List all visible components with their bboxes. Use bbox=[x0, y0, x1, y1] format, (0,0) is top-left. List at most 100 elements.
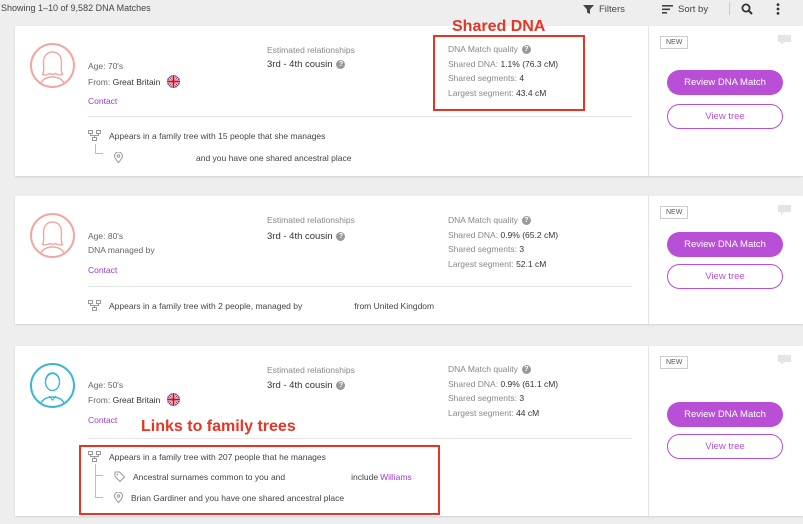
view-tree-button[interactable]: View tree bbox=[667, 264, 783, 289]
help-icon[interactable]: ? bbox=[336, 60, 346, 69]
dna-match-quality: DNA Match quality? Shared DNA: 1.1% (76.… bbox=[448, 42, 558, 100]
relationship-text: 3rd - 4th cousin bbox=[267, 380, 333, 391]
search-button[interactable] bbox=[741, 2, 753, 16]
annotation-shared-dna: Shared DNA bbox=[452, 18, 546, 35]
shared-place-text: Brian Gardiner and you have one shared a… bbox=[131, 492, 345, 503]
help-icon[interactable]: ? bbox=[521, 44, 531, 54]
match-card: Age: 80's DNA managed by Contact Estimat… bbox=[15, 196, 803, 324]
toolbar-separator bbox=[729, 2, 730, 15]
largest-segment-value: 44 cM bbox=[516, 407, 540, 418]
contact-link[interactable]: Contact bbox=[88, 415, 117, 425]
filters-label: Filters bbox=[599, 3, 625, 15]
help-icon[interactable]: ? bbox=[521, 215, 531, 225]
family-tree-icon bbox=[88, 451, 101, 462]
dna-quality-label: DNA Match quality bbox=[448, 215, 518, 225]
tree-connector bbox=[95, 144, 103, 154]
sort-icon bbox=[662, 5, 673, 14]
shared-place-text: and you have one shared ancestral place bbox=[196, 152, 352, 163]
shared-dna-value: 0.9% (61.1 cM) bbox=[500, 378, 559, 389]
surname-link-williams[interactable]: Williams bbox=[380, 472, 412, 482]
shared-place-row: and you have one shared ancestral place bbox=[114, 152, 351, 163]
dna-managed-by: DNA managed by bbox=[88, 245, 155, 255]
message-icon[interactable] bbox=[777, 354, 792, 366]
shared-segments-value: 3 bbox=[519, 393, 525, 403]
origin-label: From: bbox=[88, 395, 111, 405]
annotation-family-trees: Links to family trees bbox=[141, 418, 296, 435]
family-tree-text: Appears in a family tree with 15 people … bbox=[109, 130, 326, 141]
female-avatar bbox=[30, 213, 75, 258]
largest-segment-label: Largest segment: bbox=[448, 87, 514, 98]
tree-connector bbox=[95, 464, 103, 476]
female-silhouette-icon bbox=[39, 51, 66, 86]
origin-value: Great Britain bbox=[112, 77, 161, 87]
uk-flag-icon bbox=[166, 393, 180, 406]
match-age: Age: 80's bbox=[88, 231, 124, 241]
family-tree-row: Appears in a family tree with 2 people, … bbox=[88, 300, 434, 311]
largest-segment-label: Largest segment: bbox=[448, 407, 514, 418]
shared-dna-value: 0.9% (65.2 cM) bbox=[500, 229, 559, 240]
shared-segments-label: Shared segments: bbox=[448, 73, 517, 83]
uk-flag-icon bbox=[166, 75, 180, 88]
family-tree-text: Appears in a family tree with 2 people, … bbox=[109, 300, 303, 311]
match-card: Age: 50's From: Great Britain Contact Es… bbox=[15, 346, 803, 516]
shared-segments-value: 4 bbox=[519, 73, 525, 83]
male-silhouette-icon bbox=[39, 372, 66, 406]
shared-segments-label: Shared segments: bbox=[448, 244, 517, 254]
shared-segments-value: 3 bbox=[519, 244, 525, 254]
shared-dna-label: Shared DNA: bbox=[448, 229, 499, 240]
help-icon[interactable]: ? bbox=[336, 381, 346, 390]
largest-segment-value: 43.4 cM bbox=[516, 87, 547, 98]
card-divider bbox=[88, 286, 632, 287]
sort-label: Sort by bbox=[678, 3, 709, 15]
new-badge: NEW bbox=[660, 356, 689, 369]
location-pin-icon bbox=[114, 152, 123, 163]
review-dna-match-button[interactable]: Review DNA Match bbox=[667, 402, 783, 427]
relationship-value: 3rd - 4th cousin ? bbox=[267, 59, 346, 70]
help-icon[interactable]: ? bbox=[521, 364, 531, 374]
card-divider bbox=[88, 438, 632, 439]
shared-surnames-row: Ancestral surnames common to you and inc… bbox=[114, 471, 412, 482]
help-icon[interactable]: ? bbox=[336, 232, 346, 241]
view-tree-button[interactable]: View tree bbox=[667, 104, 783, 129]
shared-dna-value: 1.1% (76.3 cM) bbox=[500, 58, 559, 69]
match-age: Age: 50's bbox=[88, 380, 124, 390]
family-tree-text: Appears in a family tree with 207 people… bbox=[109, 451, 326, 462]
location-pin-icon bbox=[114, 492, 123, 503]
shared-place-row: Brian Gardiner and you have one shared a… bbox=[114, 492, 344, 503]
family-tree-icon bbox=[88, 130, 101, 141]
family-tree-row: Appears in a family tree with 15 people … bbox=[88, 130, 325, 141]
more-vertical-icon bbox=[776, 3, 780, 15]
more-options-button[interactable] bbox=[776, 2, 780, 16]
dna-quality-label: DNA Match quality bbox=[448, 44, 518, 54]
female-avatar bbox=[30, 43, 75, 88]
card-actions: NEW Review DNA Match View tree bbox=[648, 346, 803, 516]
review-dna-match-button[interactable]: Review DNA Match bbox=[667, 232, 783, 257]
filters-button[interactable]: Filters bbox=[583, 2, 625, 16]
male-avatar bbox=[30, 363, 75, 408]
view-tree-button[interactable]: View tree bbox=[667, 434, 783, 459]
new-badge: NEW bbox=[660, 206, 689, 219]
shared-dna-label: Shared DNA: bbox=[448, 378, 499, 389]
results-toolbar: Showing 1–10 of 9,582 DNA Matches Filter… bbox=[0, 0, 803, 18]
family-tree-location: from United Kingdom bbox=[354, 300, 435, 311]
surnames-include: include bbox=[351, 471, 379, 482]
message-icon[interactable] bbox=[777, 204, 792, 216]
relationship-value: 3rd - 4th cousin ? bbox=[267, 231, 346, 242]
relationship-text: 3rd - 4th cousin bbox=[267, 59, 333, 70]
card-divider bbox=[88, 116, 632, 117]
relationship-label: Estimated relationships bbox=[267, 45, 355, 55]
female-silhouette-icon bbox=[39, 221, 66, 256]
surnames-text: Ancestral surnames common to you and bbox=[133, 471, 286, 482]
tree-connector bbox=[95, 476, 103, 498]
origin-label: From: bbox=[88, 77, 111, 87]
review-dna-match-button[interactable]: Review DNA Match bbox=[667, 70, 783, 95]
contact-link[interactable]: Contact bbox=[88, 96, 117, 106]
contact-link[interactable]: Contact bbox=[88, 265, 117, 275]
search-icon bbox=[741, 3, 753, 15]
match-origin: From: Great Britain bbox=[88, 393, 180, 406]
match-card: Age: 70's From: Great Britain Contact Es… bbox=[15, 26, 803, 176]
tag-icon bbox=[114, 471, 125, 482]
largest-segment-value: 52.1 cM bbox=[516, 258, 547, 269]
sort-button[interactable]: Sort by bbox=[662, 2, 708, 16]
message-icon[interactable] bbox=[777, 34, 792, 46]
